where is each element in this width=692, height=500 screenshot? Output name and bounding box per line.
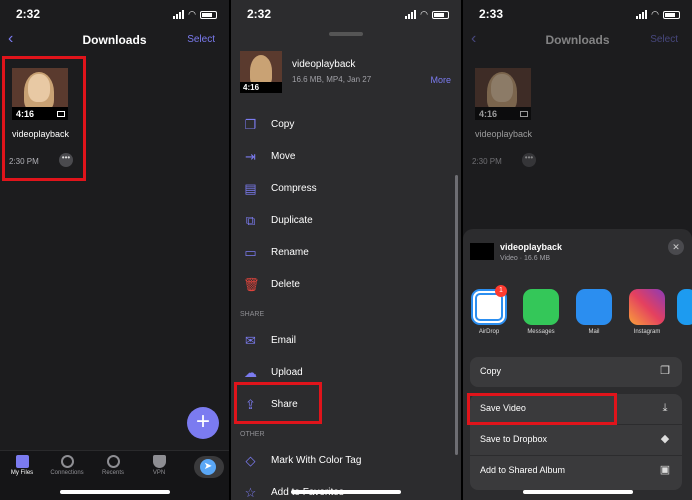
menu-move[interactable]: ⇥ Move [231, 143, 461, 171]
tab-vpn[interactable]: VPN [137, 455, 181, 476]
messages-icon [523, 289, 559, 325]
battery-icon [663, 10, 680, 19]
status-icons: ◠ [405, 9, 449, 20]
share-sheet-panel: 2:33 ◠ ‹ Downloads Select 4:16 videoplay… [463, 0, 692, 500]
status-icons: ◠ [173, 9, 217, 20]
signal-icon [405, 10, 417, 19]
downloads-panel: 2:32 ◠ ‹ Downloads Select 4:16 videoplay… [0, 0, 229, 500]
mail-icon: ✉ [245, 333, 256, 348]
download-icon: ⤓ [662, 402, 668, 414]
status-time: 2:32 [247, 7, 272, 21]
highlight-box [467, 393, 617, 425]
add-button[interactable]: + [187, 407, 219, 439]
close-icon[interactable]: ✕ [668, 239, 684, 255]
more-button[interactable]: More [430, 75, 451, 85]
file-thumbnail: 4:16 [240, 51, 282, 93]
folder-icon [15, 455, 29, 468]
app-mail[interactable]: Mail [572, 289, 616, 335]
section-other: OTHER [240, 431, 265, 438]
tab-connections[interactable]: Connections [45, 455, 89, 476]
instagram-icon [629, 289, 665, 325]
file-meta: 16.6 MB, MP4, Jan 27 [292, 75, 372, 84]
video-thumbnail: 4:16 [475, 68, 531, 120]
twitter-icon [677, 289, 692, 325]
sheet-grabber[interactable] [329, 32, 363, 36]
menu-rename[interactable]: ▭ Rename [231, 239, 461, 267]
shield-icon [152, 455, 166, 468]
battery-icon [432, 10, 449, 19]
sheet-file-meta: Video · 16.6 MB [500, 255, 551, 262]
more-options-icon: ••• [522, 153, 536, 167]
compass-icon: ➤ [200, 459, 216, 475]
home-indicator [291, 490, 401, 494]
star-icon: ☆ [244, 485, 257, 500]
wifi-icon: ◠ [651, 9, 659, 19]
mail-icon [576, 289, 612, 325]
status-icons: ◠ [636, 9, 680, 20]
status-bar: 2:33 ◠ [463, 0, 692, 26]
signal-icon [636, 10, 648, 19]
highlight-box [2, 56, 86, 181]
status-bar: 2:32 ◠ [0, 0, 229, 26]
wifi-icon: ◠ [188, 9, 196, 19]
browser-toggle[interactable]: ➤ [194, 456, 224, 478]
sheet-file-name: videoplayback [500, 242, 563, 252]
home-indicator [59, 490, 170, 494]
video-icon [520, 111, 528, 117]
compress-icon: ▤ [244, 181, 257, 196]
menu-delete[interactable]: 🗑 Delete [231, 271, 461, 299]
action-shared-album[interactable]: Add to Shared Album ▣ [470, 456, 682, 490]
nav-bar: ‹ Downloads Select [463, 30, 692, 50]
connections-icon [60, 455, 74, 468]
section-share: SHARE [240, 311, 265, 318]
wifi-icon: ◠ [420, 9, 428, 19]
home-indicator [522, 490, 633, 494]
menu-color-tag[interactable]: ◇ Mark With Color Tag [231, 447, 461, 475]
duplicate-icon: ⧉ [245, 213, 256, 228]
nav-bar: ‹ Downloads Select [0, 30, 229, 50]
scrollbar[interactable] [455, 175, 458, 455]
status-time: 2:33 [479, 7, 504, 21]
app-partial[interactable] [677, 289, 692, 329]
actions-panel: 2:32 ◠ 4:16 videoplayback 16.6 MB, MP4, … [231, 0, 461, 500]
menu-email[interactable]: ✉ Email [231, 327, 461, 355]
app-messages[interactable]: Messages [519, 289, 563, 335]
menu-duplicate[interactable]: ⧉ Duplicate [231, 207, 461, 235]
action-save-dropbox[interactable]: Save to Dropbox ◆ [470, 425, 682, 455]
file-time: 2:30 PM [472, 157, 502, 166]
notification-badge: 1 [495, 285, 507, 297]
app-instagram[interactable]: Instagram [625, 289, 669, 335]
copy-icon: ❐ [244, 117, 257, 132]
share-sheet: videoplayback Video · 16.6 MB ✕ 1 AirDro… [463, 229, 692, 500]
action-copy[interactable]: Copy ❐ [470, 357, 682, 387]
sheet-thumbnail [470, 243, 494, 260]
file-name: videoplayback [292, 59, 356, 70]
move-icon: ⇥ [245, 149, 256, 164]
select-button[interactable]: Select [650, 34, 678, 45]
cloud-upload-icon: ☁ [244, 365, 257, 380]
battery-icon [200, 10, 217, 19]
copy-icon: ❐ [660, 365, 670, 377]
screenshot-composite: 2:32 ◠ ‹ Downloads Select 4:16 videoplay… [0, 0, 692, 500]
select-button[interactable]: Select [187, 34, 215, 45]
clock-icon [106, 455, 120, 468]
status-bar: 2:32 ◠ [231, 0, 461, 26]
menu-compress[interactable]: ▤ Compress [231, 175, 461, 203]
dropbox-icon: ◆ [660, 433, 670, 445]
highlight-box [234, 382, 322, 424]
tab-recents[interactable]: Recents [91, 455, 135, 476]
app-airdrop[interactable]: 1 AirDrop [467, 285, 511, 335]
menu-copy[interactable]: ❐ Copy [231, 111, 461, 139]
rename-icon: ▭ [244, 245, 257, 260]
signal-icon [173, 10, 185, 19]
trash-icon: 🗑 [243, 277, 260, 292]
tag-icon: ◇ [245, 453, 256, 468]
status-time: 2:32 [16, 7, 41, 21]
shared-album-icon: ▣ [659, 464, 671, 476]
tab-my-files[interactable]: My Files [0, 455, 44, 476]
file-name: videoplayback [475, 129, 533, 139]
